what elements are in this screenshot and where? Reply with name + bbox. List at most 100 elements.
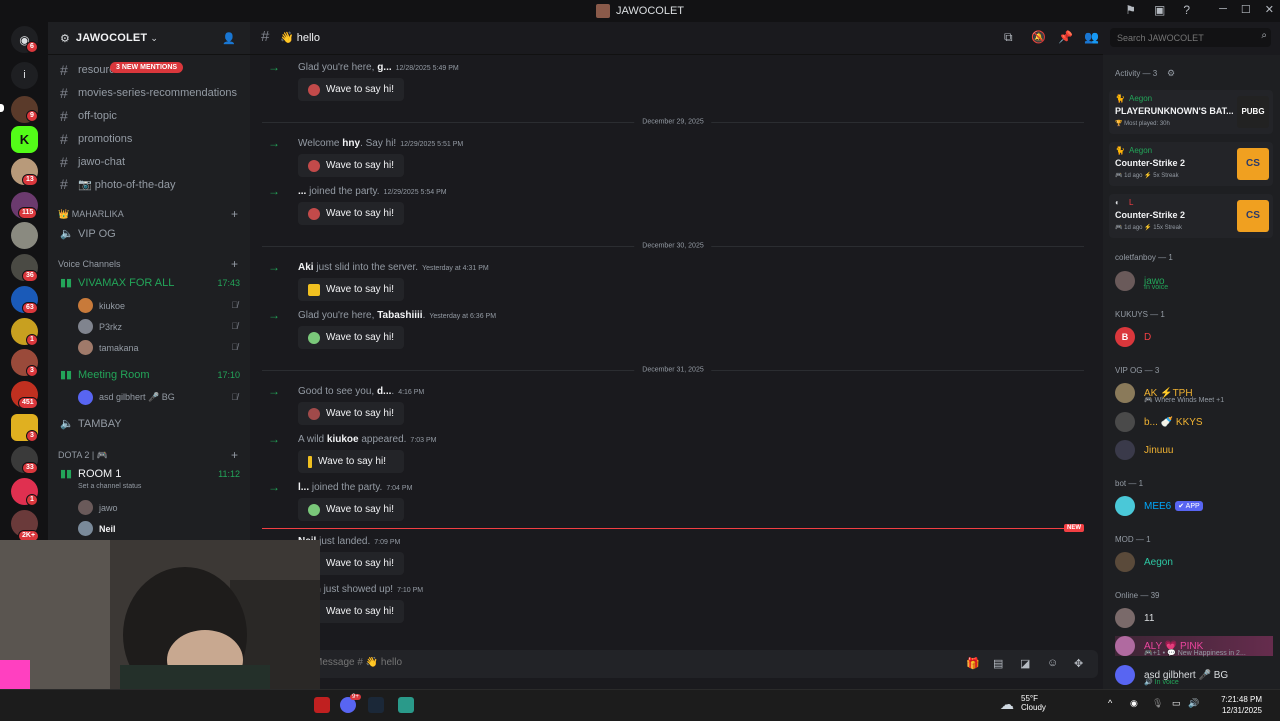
apps-icon[interactable]: ✥: [1074, 657, 1083, 670]
channel-off-topic[interactable]: # off-topic: [60, 108, 117, 124]
channel-photo-of-the-day[interactable]: # 📷 photo-of-the-day: [60, 176, 175, 192]
member-item[interactable]: Aegon: [1115, 552, 1173, 572]
voice-user[interactable]: P3rkz: [78, 319, 122, 334]
member-item[interactable]: Jinuuu: [1115, 440, 1173, 460]
category-voice-channels[interactable]: Voice Channels: [58, 259, 121, 269]
screen-icon[interactable]: ▣: [1154, 3, 1165, 17]
voice-channel-vivamax[interactable]: ▮▮ VIVAMAX FOR ALL: [60, 276, 174, 290]
member-item[interactable]: AK ⚡TPH 🎮 Where Winds Meet +1: [1115, 383, 1224, 404]
channel-status[interactable]: Set a channel status: [78, 483, 141, 490]
sticker-icon[interactable]: ◪: [1020, 657, 1030, 670]
wave-button[interactable]: Wave to say hi!: [298, 278, 404, 301]
server-icon[interactable]: [11, 222, 38, 249]
inbox-flag-icon[interactable]: ⚑: [1125, 3, 1136, 17]
member-name[interactable]: g...: [377, 62, 391, 73]
activity-card[interactable]: 🐈 Aegon Counter-Strike 2 🎮 1d ago ⚡ 5x S…: [1109, 142, 1273, 186]
member-item[interactable]: BD: [1115, 327, 1151, 347]
add-channel-icon[interactable]: +: [231, 207, 238, 221]
app-taskbar-icon[interactable]: [314, 697, 330, 713]
wave-label: Wave to say hi!: [326, 408, 394, 419]
member-item[interactable]: asd gilbhert 🎤 BG 🔊 In voice: [1115, 665, 1228, 686]
wave-button[interactable]: Wave to say hi!: [298, 498, 404, 521]
wave-sticker-icon: [308, 207, 320, 220]
server-badge: 1: [26, 334, 38, 346]
gift-icon[interactable]: 🎁: [966, 657, 980, 670]
avatar: 🐈: [1115, 94, 1125, 103]
voice-user[interactable]: kiukoe: [78, 298, 125, 313]
wave-button[interactable]: Wave to say hi!: [298, 78, 404, 101]
voice-user[interactable]: tamakana: [78, 340, 139, 355]
activity-card[interactable]: ◐ L Counter-Strike 2 🎮 1d ago ⚡ 15x Stre…: [1109, 194, 1273, 238]
pin-icon[interactable]: 📌: [1058, 30, 1073, 44]
member-item[interactable]: ALY 💗 PINK 🎮+1 • 💬 New Happiness in 2...: [1115, 636, 1273, 657]
emoji-icon[interactable]: ☺: [1047, 657, 1058, 669]
member-name: D: [1144, 331, 1152, 343]
message-input[interactable]: [312, 656, 816, 669]
member-name[interactable]: l...: [298, 482, 309, 493]
voice-user[interactable]: Neil: [78, 521, 116, 536]
network-icon[interactable]: ▭: [1172, 698, 1181, 709]
volume-icon[interactable]: 🔊: [1188, 698, 1199, 709]
weather-widget[interactable]: ☁ 55°F Cloudy: [1000, 694, 1046, 712]
activity-heading: Activity — 3: [1115, 69, 1158, 78]
discord-badge: 9+: [350, 694, 361, 700]
minimize-button[interactable]: ─: [1219, 3, 1227, 16]
member-item[interactable]: jawo In voice: [1115, 271, 1168, 291]
timestamp: 7:04 PM: [386, 485, 413, 492]
member-name[interactable]: hny: [342, 138, 360, 149]
add-channel-icon[interactable]: +: [231, 257, 238, 271]
member-name[interactable]: d...: [377, 386, 391, 397]
avatar: [78, 500, 93, 515]
system-message: A wild kiukoe appeared. 7:03 PM: [298, 434, 437, 445]
info-icon[interactable]: i: [11, 62, 38, 89]
add-channel-icon[interactable]: +: [231, 448, 238, 462]
counter-strike-icon: CS: [1237, 148, 1269, 180]
activity-card[interactable]: 🐈 Aegon PLAYERUNKNOWN'S BAT... 🏆 Most pl…: [1109, 90, 1273, 134]
steam-taskbar-icon[interactable]: [368, 697, 384, 713]
channel-resources[interactable]: # resourc: [60, 62, 115, 78]
channel-promotions[interactable]: # promotions: [60, 131, 132, 147]
wave-button[interactable]: Wave to say hi!: [298, 202, 404, 225]
voice-channel-meeting-room[interactable]: ▮▮ Meeting Room: [60, 368, 150, 382]
kick-server-icon[interactable]: K: [11, 126, 38, 153]
search-box: ⌕: [1110, 28, 1271, 47]
wave-button[interactable]: Wave to say hi!: [298, 450, 404, 473]
member-item[interactable]: 11: [1115, 608, 1154, 628]
wave-button[interactable]: Wave to say hi!: [298, 154, 404, 177]
mic-icon[interactable]: 🎙: [1152, 698, 1163, 709]
member-name[interactable]: kiukoe: [327, 434, 359, 445]
member-name[interactable]: Aki: [298, 262, 314, 273]
gear-icon[interactable]: ⚙: [1167, 68, 1175, 79]
wave-button[interactable]: Wave to say hi!: [298, 402, 404, 425]
wave-button[interactable]: Wave to say hi!: [298, 326, 404, 349]
close-button[interactable]: ✕: [1265, 3, 1274, 16]
channel-jawo-chat[interactable]: # jawo-chat: [60, 154, 125, 170]
voice-user[interactable]: asd gilbhert 🎤 BG: [78, 390, 175, 405]
channel-tambay[interactable]: 🔈 TAMBAY: [60, 417, 122, 431]
channel-vip-og[interactable]: 🔈 VIP OG: [60, 227, 116, 241]
category-dota2[interactable]: DOTA 2 | 🎮: [58, 450, 108, 461]
help-icon[interactable]: ?: [1183, 3, 1190, 17]
server-badge: 9: [26, 110, 38, 122]
invite-user-icon[interactable]: 👤: [222, 32, 236, 45]
threads-icon[interactable]: ⧉: [1004, 30, 1013, 45]
voice-user[interactable]: jawo: [78, 500, 118, 515]
member-name[interactable]: Tabashiiii: [377, 310, 422, 321]
member-item[interactable]: MEE6 ✔ APP: [1115, 496, 1203, 516]
notepad-taskbar-icon[interactable]: [398, 697, 414, 713]
notification-muted-icon[interactable]: 🔕: [1031, 30, 1046, 44]
maximize-button[interactable]: ☐: [1241, 3, 1251, 16]
voice-channel-room1[interactable]: ▮▮ ROOM 1: [60, 467, 121, 481]
channel-label: movies-series-recommendations: [78, 87, 237, 99]
category-maharlika[interactable]: 👑 MAHARLIKA: [58, 209, 124, 220]
tray-app-icon[interactable]: ◉: [1130, 698, 1138, 709]
search-input[interactable]: [1115, 32, 1249, 44]
system-clock[interactable]: 7:21:48 PM 12/31/2025: [1221, 694, 1262, 716]
new-mentions-pill[interactable]: 3 NEW MENTIONS: [110, 62, 184, 73]
tray-chevron-icon[interactable]: ^: [1108, 698, 1112, 708]
gif-icon[interactable]: ▤: [993, 657, 1003, 670]
guild-header[interactable]: ⚙ JAWOCOLET ⌄ 👤: [48, 22, 250, 55]
channel-movies[interactable]: # movies-series-recommendations: [60, 85, 237, 101]
member-list-icon[interactable]: 👥: [1084, 30, 1099, 44]
member-item[interactable]: b... 🍼 KKYS: [1115, 412, 1203, 432]
